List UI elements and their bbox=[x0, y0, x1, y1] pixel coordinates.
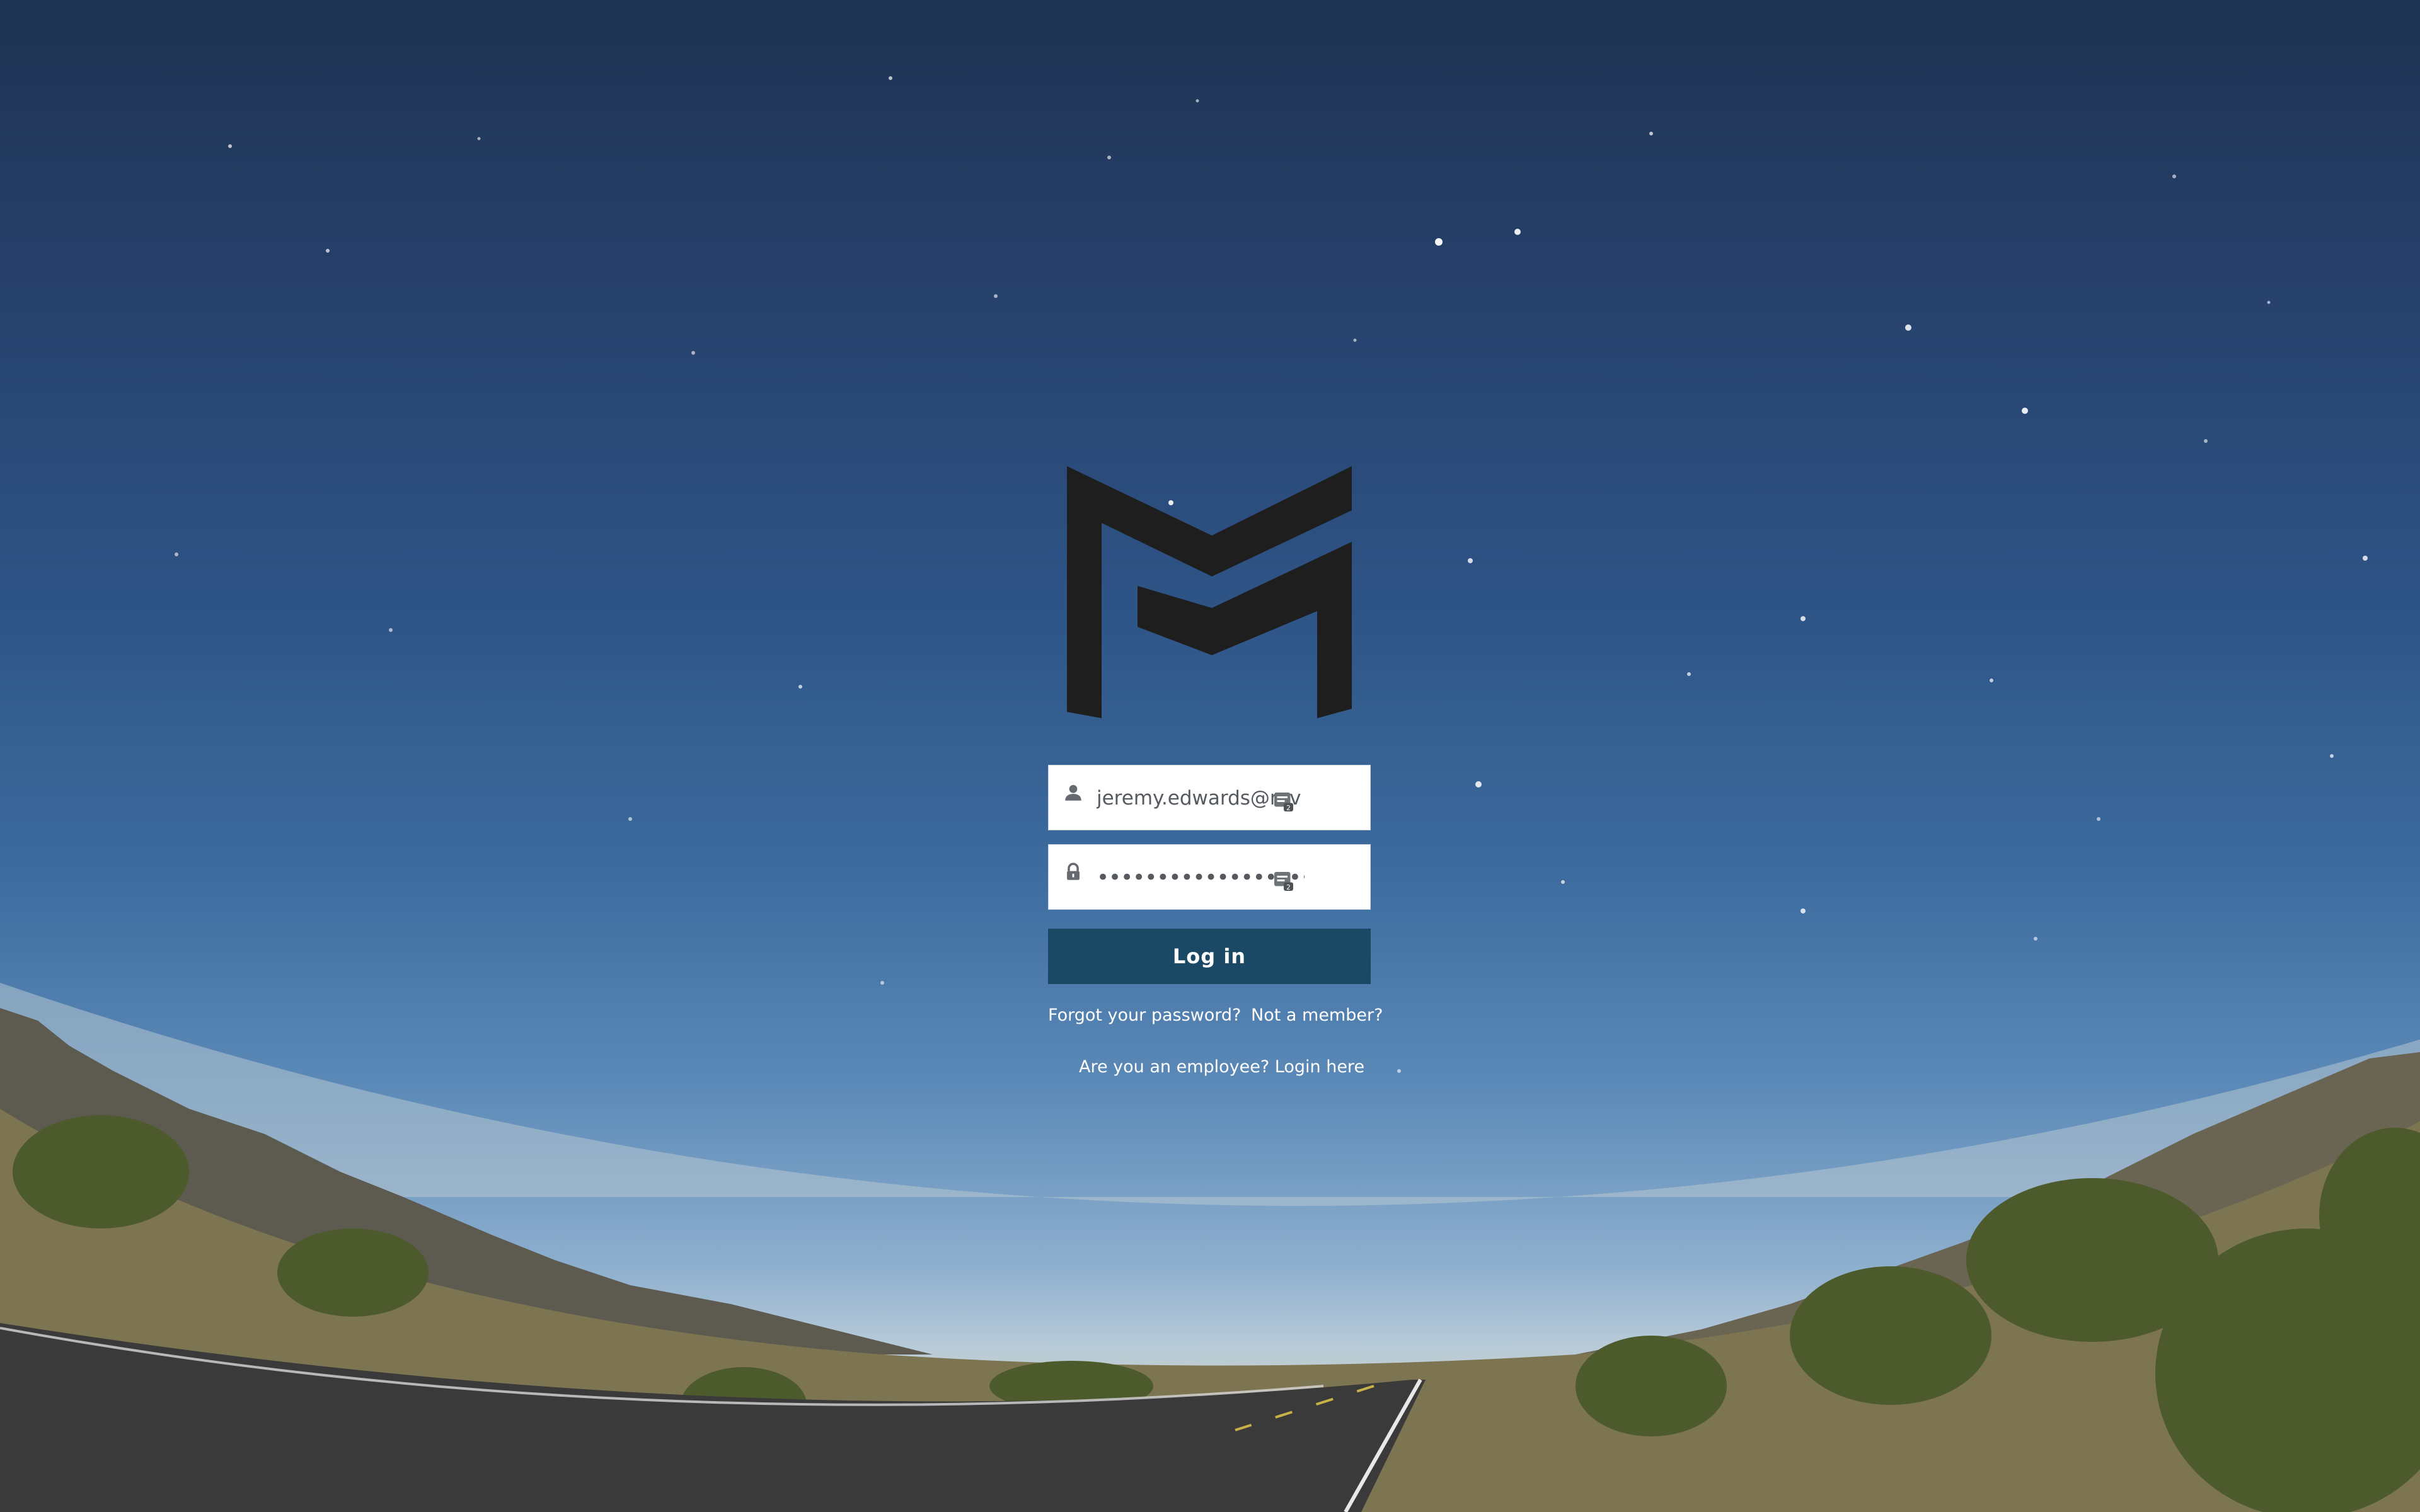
svg-text:2: 2 bbox=[1286, 805, 1291, 812]
lock-icon bbox=[1067, 862, 1080, 880]
svg-text:2: 2 bbox=[1286, 884, 1291, 891]
person-icon bbox=[1065, 784, 1081, 801]
employee-login-link[interactable]: Are you an employee? Login here bbox=[1079, 1057, 1364, 1077]
night-sky-desert-road-background bbox=[0, 76, 2420, 1512]
login-screen: 2 2 Log in Forgot your password? Not a m… bbox=[0, 0, 2420, 1512]
not-a-member-link[interactable]: Not a member? bbox=[1251, 1005, 1383, 1025]
username-field: 2 bbox=[1048, 765, 1371, 831]
m-logo bbox=[1067, 466, 1352, 718]
password-field: 2 bbox=[1048, 844, 1371, 910]
password-manager-icon[interactable]: 2 bbox=[1272, 870, 1295, 893]
login-button[interactable]: Log in bbox=[1048, 929, 1371, 984]
forgot-password-link[interactable]: Forgot your password? bbox=[1048, 1005, 1241, 1025]
password-manager-icon[interactable]: 2 bbox=[1272, 791, 1295, 813]
